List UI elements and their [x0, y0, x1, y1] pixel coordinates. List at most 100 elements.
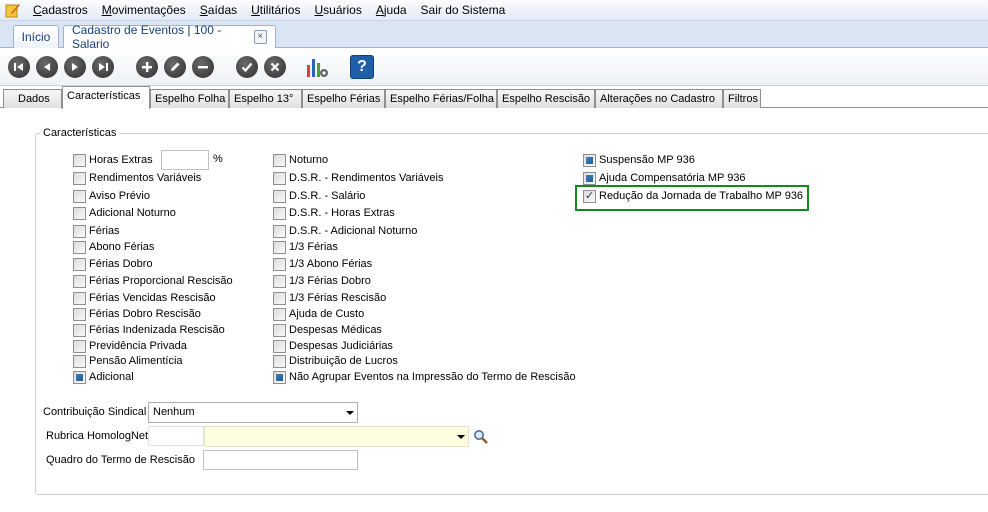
rubrica-homolognet-select[interactable]	[204, 426, 469, 447]
checkbox-box[interactable]	[273, 291, 286, 305]
quadro-termo-rescisao-input[interactable]	[203, 450, 358, 470]
checkbox-box[interactable]	[73, 291, 86, 305]
checkbox-box[interactable]	[73, 240, 86, 254]
tab-alteracoes-cadastro[interactable]: Alterações no Cadastro	[595, 89, 723, 108]
checkbox-box[interactable]	[73, 274, 86, 288]
checkbox-previdencia-privada[interactable]: Previdência Privada	[73, 339, 187, 353]
confirm-icon[interactable]	[236, 56, 258, 78]
checkbox-noturno[interactable]: Noturno	[273, 153, 328, 167]
chart-settings-icon[interactable]	[306, 55, 330, 79]
checkbox-box[interactable]	[273, 307, 286, 321]
checkbox-despesas-judiciarias[interactable]: Despesas Judiciárias	[273, 339, 393, 353]
checkbox-box[interactable]	[73, 153, 86, 167]
checkbox-box[interactable]	[73, 171, 86, 185]
search-icon[interactable]	[473, 429, 489, 445]
checkbox-d-s-r-horas-extras[interactable]: D.S.R. - Horas Extras	[273, 206, 395, 220]
checkbox-ferias-indenizada-rescisao[interactable]: Férias Indenizada Rescisão	[73, 323, 225, 337]
checkbox-box[interactable]	[273, 257, 286, 271]
checkbox-suspensao-mp-936[interactable]: Suspensão MP 936	[583, 153, 695, 167]
checkbox-1-3-ferias-dobro[interactable]: 1/3 Férias Dobro	[273, 274, 371, 288]
checkbox-aviso-previo[interactable]: Aviso Prévio	[73, 189, 150, 203]
cancel-icon[interactable]	[264, 56, 286, 78]
checkbox-box[interactable]	[73, 257, 86, 271]
checkbox-ferias-dobro[interactable]: Férias Dobro	[73, 257, 153, 271]
menu-saidas[interactable]: Saídas	[193, 3, 244, 17]
checkbox-box[interactable]	[73, 206, 86, 220]
checkbox-horas-extras[interactable]: Horas Extras	[73, 153, 153, 167]
horas-extras-percent-input[interactable]	[161, 150, 209, 170]
checkbox-box[interactable]	[273, 224, 286, 238]
checkbox-box[interactable]	[273, 370, 286, 384]
checkbox-box[interactable]	[273, 274, 286, 288]
checkbox-ajuda-de-custo[interactable]: Ajuda de Custo	[273, 307, 364, 321]
close-tab-icon[interactable]: ×	[253, 30, 267, 44]
checkbox-1-3-ferias-rescisao[interactable]: 1/3 Férias Rescisão	[273, 291, 386, 305]
checkbox-ferias-proporcional-rescisao[interactable]: Férias Proporcional Rescisão	[73, 274, 233, 288]
checkbox-box[interactable]	[73, 224, 86, 238]
help-icon[interactable]: ?	[350, 55, 374, 79]
checkbox-abono-ferias[interactable]: Abono Férias	[73, 240, 154, 254]
tab-espelho-13[interactable]: Espelho 13°	[229, 89, 302, 108]
tab-filtros[interactable]: Filtros	[723, 89, 761, 108]
checkbox-box[interactable]	[273, 153, 286, 167]
rubrica-code-input[interactable]	[148, 426, 204, 446]
checkbox-box[interactable]	[583, 153, 596, 167]
checkbox-box[interactable]	[273, 206, 286, 220]
menu-usuarios[interactable]: Usuários	[307, 3, 368, 17]
next-record-icon[interactable]	[64, 56, 86, 78]
checkbox-box[interactable]	[73, 339, 86, 353]
checkbox-label: Adicional	[89, 371, 134, 383]
checkbox-nao-agrupar-eventos-na-impressao-do-termo-de-rescisao[interactable]: Não Agrupar Eventos na Impressão do Term…	[273, 370, 576, 384]
checkbox-box[interactable]	[583, 171, 596, 185]
add-icon[interactable]	[136, 56, 158, 78]
checkbox-ferias-dobro-rescisao[interactable]: Férias Dobro Rescisão	[73, 307, 201, 321]
first-record-icon[interactable]	[8, 56, 30, 78]
tab-inicio[interactable]: Início	[13, 25, 59, 48]
checkbox-d-s-r-rendimentos-variaveis[interactable]: D.S.R. - Rendimentos Variáveis	[273, 171, 443, 185]
remove-icon[interactable]	[192, 56, 214, 78]
checkbox-adicional-noturno[interactable]: Adicional Noturno	[73, 206, 176, 220]
checkbox-ferias-vencidas-rescisao[interactable]: Férias Vencidas Rescisão	[73, 291, 216, 305]
contribuicao-sindical-select[interactable]: Nenhum	[148, 402, 358, 423]
checkbox-box[interactable]	[73, 354, 86, 368]
tab-espelho-rescisao[interactable]: Espelho Rescisão	[497, 89, 595, 108]
checkbox-box[interactable]	[273, 354, 286, 368]
checkbox-despesas-medicas[interactable]: Despesas Médicas	[273, 323, 382, 337]
checkbox-box[interactable]	[273, 189, 286, 203]
last-record-icon[interactable]	[92, 56, 114, 78]
checkbox-rendimentos-variaveis[interactable]: Rendimentos Variáveis	[73, 171, 201, 185]
checkbox-label: Aviso Prévio	[89, 190, 150, 202]
checkbox-box[interactable]	[73, 323, 86, 337]
toolbar: ?	[0, 48, 988, 86]
checkbox-d-s-r-adicional-noturno[interactable]: D.S.R. - Adicional Noturno	[273, 224, 417, 238]
menu-ajuda[interactable]: Ajuda	[369, 3, 414, 17]
previous-record-icon[interactable]	[36, 56, 58, 78]
menu-sair[interactable]: Sair do Sistema	[414, 3, 513, 17]
checkbox-box[interactable]	[73, 189, 86, 203]
menu-cadastros[interactable]: Cadastros	[26, 3, 95, 17]
tab-cadastro-eventos[interactable]: Cadastro de Eventos | 100 - Salario ×	[63, 23, 276, 51]
tab-espelho-folha[interactable]: Espelho Folha	[150, 89, 229, 108]
checkbox-box[interactable]	[273, 323, 286, 337]
tab-dados[interactable]: Dados	[3, 89, 62, 108]
menu-movimentacoes[interactable]: Movimentações	[95, 3, 193, 17]
checkbox-box[interactable]	[273, 171, 286, 185]
checkbox-adicional[interactable]: Adicional	[73, 370, 134, 384]
menu-utilitarios[interactable]: Utilitários	[244, 3, 307, 17]
checkbox-distribuicao-de-lucros[interactable]: Distribuição de Lucros	[273, 354, 398, 368]
checkbox-1-3-ferias[interactable]: 1/3 Férias	[273, 240, 338, 254]
checkbox-d-s-r-salario[interactable]: D.S.R. - Salário	[273, 189, 365, 203]
tab-espelho-ferias[interactable]: Espelho Férias	[302, 89, 385, 108]
checkbox-label: Férias Dobro	[89, 258, 153, 270]
checkbox-1-3-abono-ferias[interactable]: 1/3 Abono Férias	[273, 257, 372, 271]
tab-caracteristicas[interactable]: Características	[62, 86, 150, 109]
checkbox-box[interactable]	[273, 339, 286, 353]
checkbox-ajuda-compensatoria-mp-936[interactable]: Ajuda Compensatória MP 936	[583, 171, 746, 185]
checkbox-box[interactable]	[273, 240, 286, 254]
checkbox-ferias[interactable]: Férias	[73, 224, 120, 238]
checkbox-box[interactable]	[73, 370, 86, 384]
tab-espelho-ferias-folha[interactable]: Espelho Férias/Folha	[385, 89, 497, 108]
checkbox-pensao-alimenticia[interactable]: Pensão Alimentícia	[73, 354, 183, 368]
checkbox-box[interactable]	[73, 307, 86, 321]
edit-icon[interactable]	[164, 56, 186, 78]
